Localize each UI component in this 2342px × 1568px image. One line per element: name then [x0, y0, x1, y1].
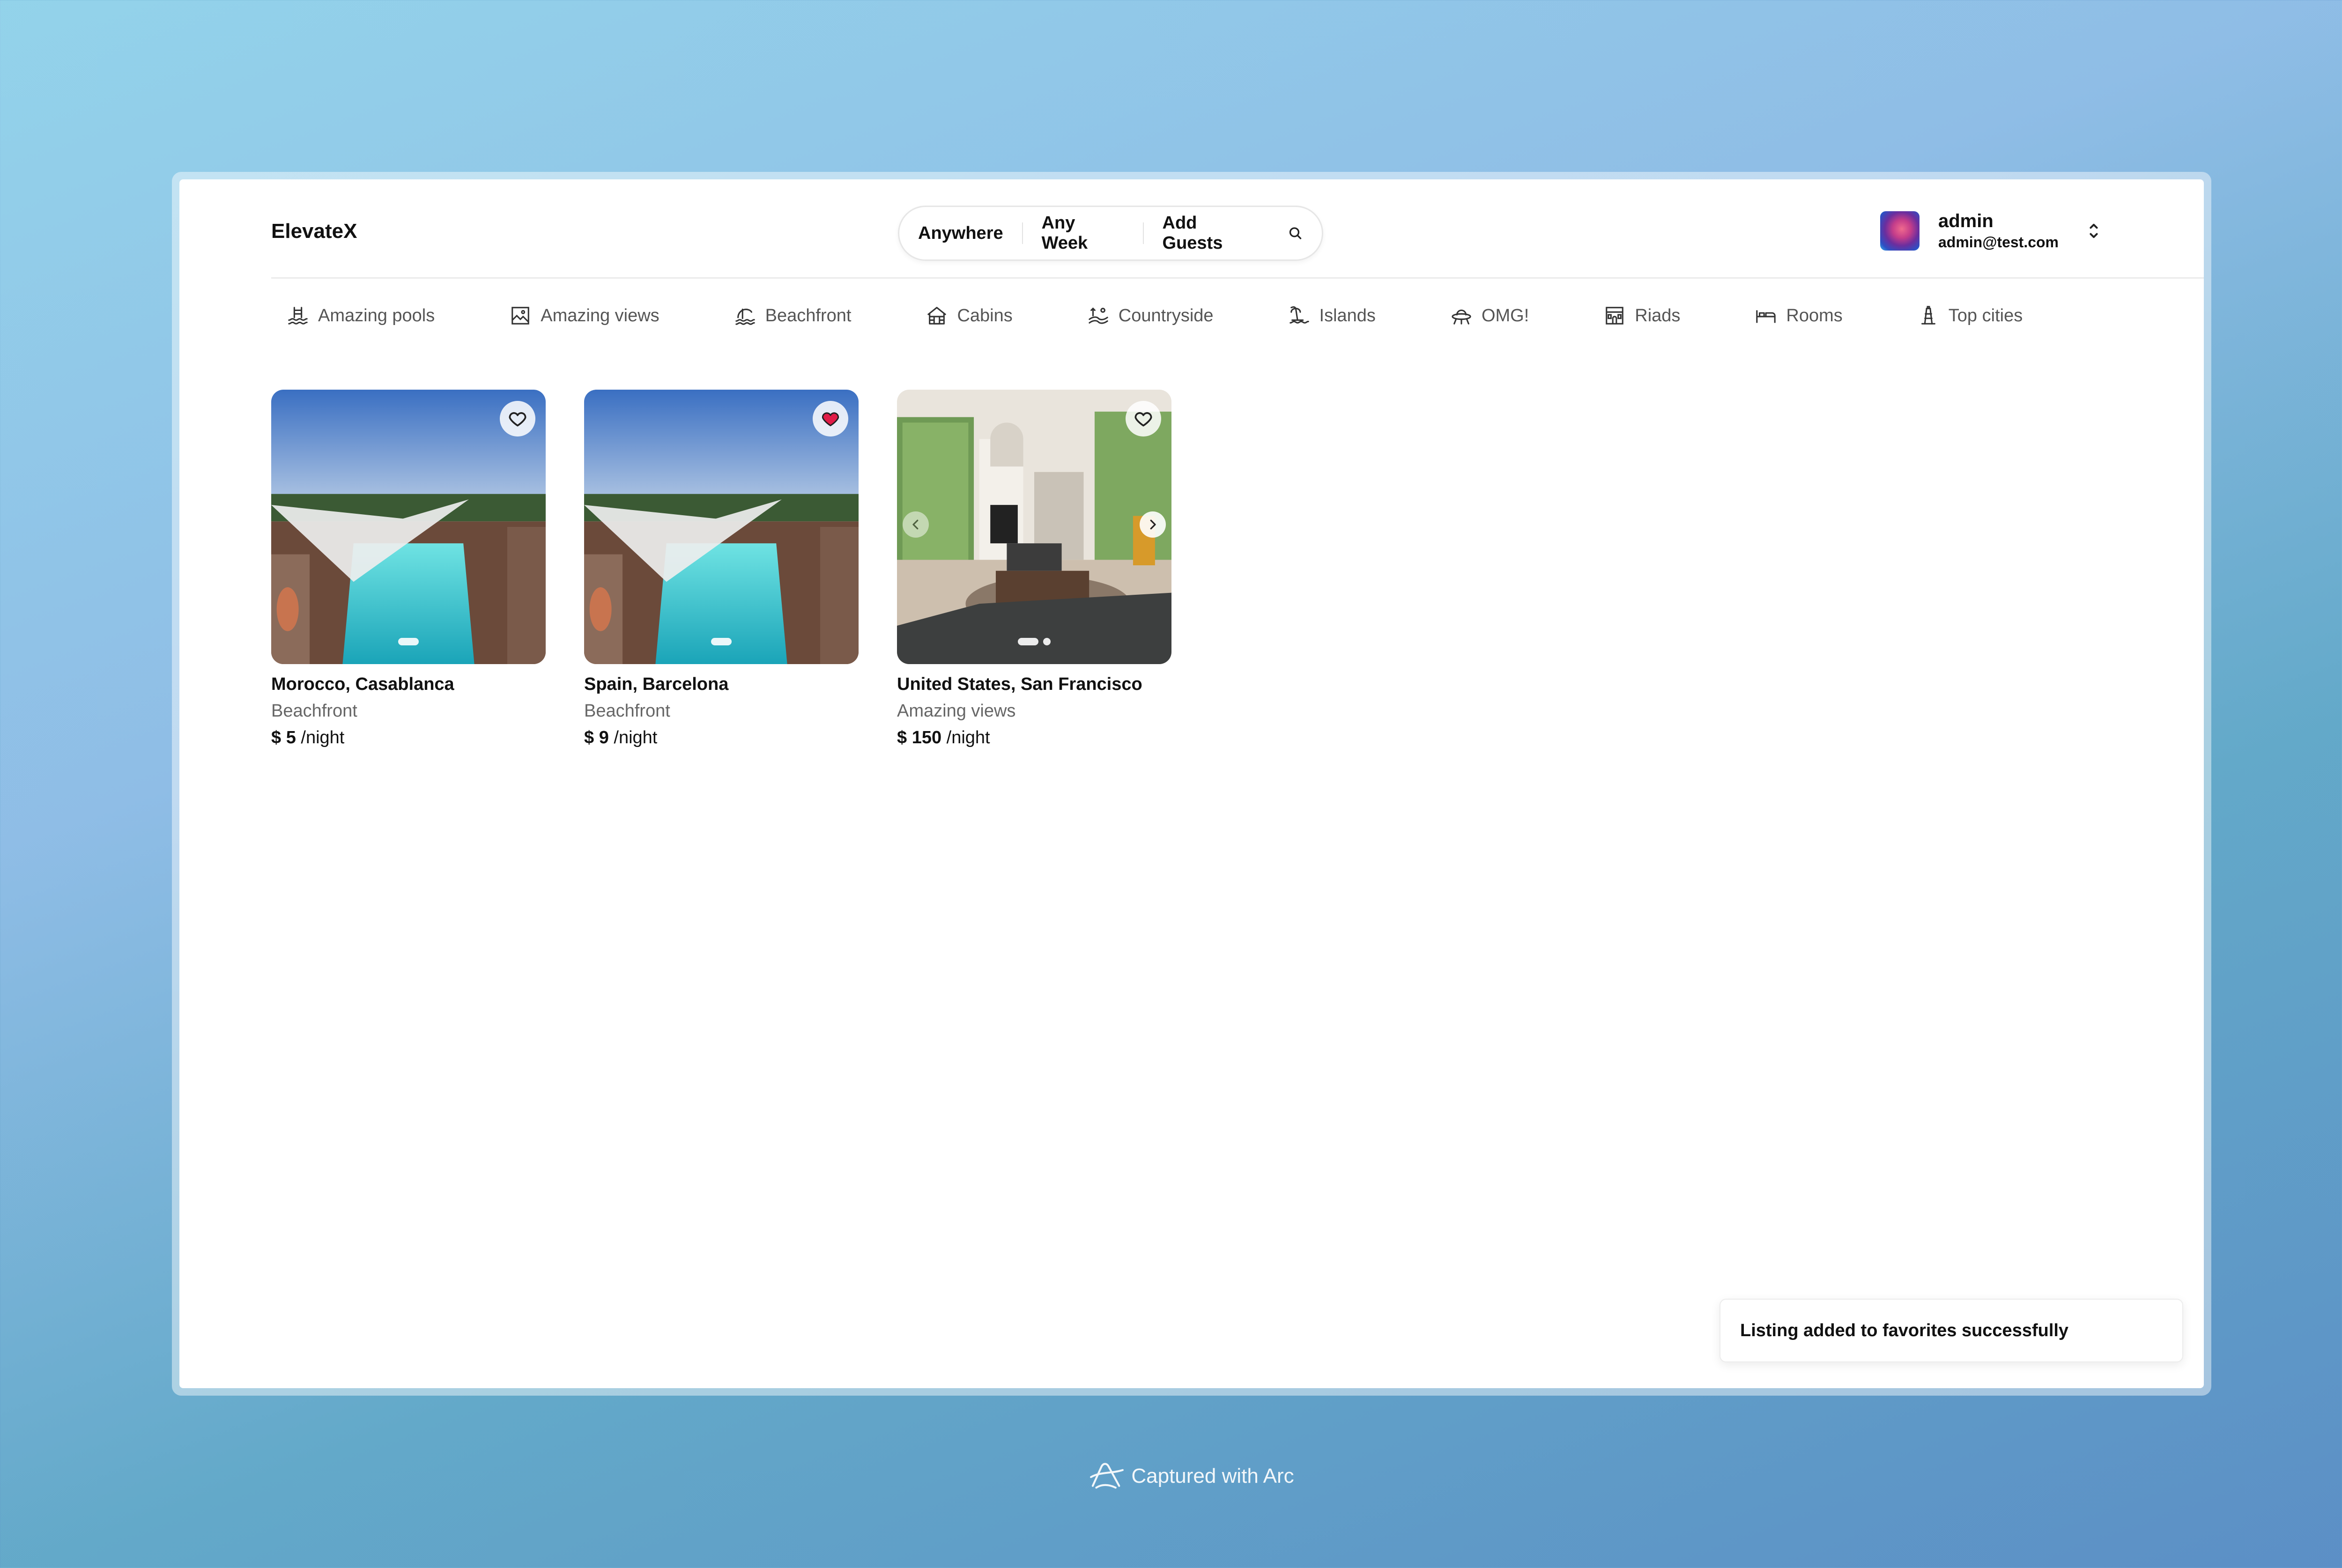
listing-image[interactable]: [271, 390, 546, 664]
category-label: OMG!: [1481, 305, 1529, 325]
category-label: Beachfront: [765, 305, 852, 325]
favorite-button[interactable]: [1126, 401, 1161, 436]
pagination-dot-active[interactable]: [711, 638, 732, 645]
island-icon: [1289, 306, 1309, 324]
pagination-dot[interactable]: [1043, 638, 1051, 645]
category-beachfront[interactable]: Beachfront: [734, 305, 852, 326]
listing-title: United States, San Francisco: [897, 674, 1142, 694]
riad-icon: [1606, 307, 1624, 325]
category-riads[interactable]: Riads: [1604, 305, 1680, 326]
search-guests[interactable]: Add Guests: [1144, 213, 1278, 253]
search-location[interactable]: Anywhere: [918, 223, 1022, 244]
header-divider: [271, 277, 2204, 279]
category-label: Cabins: [957, 305, 1013, 325]
category-label: Amazing pools: [318, 305, 435, 325]
search-bar[interactable]: Anywhere Any Week Add Guests: [898, 206, 1323, 261]
category-islands[interactable]: Islands: [1289, 305, 1376, 326]
category-omg[interactable]: OMG!: [1451, 305, 1529, 326]
category-countryside[interactable]: Countryside: [1088, 305, 1214, 326]
category-amazing-views[interactable]: Amazing views: [510, 305, 660, 326]
listing-image[interactable]: [897, 390, 1171, 664]
category-label: Riads: [1635, 305, 1681, 325]
image-pagination: [897, 638, 1171, 645]
image-pagination: [584, 638, 859, 645]
category-label: Countryside: [1118, 305, 1214, 325]
heart-outline-icon: [1134, 412, 1152, 427]
user-email: admin@test.com: [1938, 234, 2059, 251]
category-top-cities[interactable]: Top cities: [1918, 305, 2023, 326]
toast-notification[interactable]: Listing added to favorites successfully: [1719, 1299, 2183, 1362]
user-info: admin admin@test.com: [1938, 211, 2059, 251]
captured-label: Captured with Arc: [1131, 1464, 1294, 1487]
toast-message: Listing added to favorites successfully: [1740, 1320, 2069, 1340]
countryside-icon: [1089, 307, 1108, 324]
listing-card[interactable]: Morocco, Casablanca Beachfront $ 5 /nigh…: [271, 390, 546, 748]
listing-price: $ 9 /night: [584, 728, 859, 748]
ufo-icon: [1452, 309, 1471, 325]
previous-image-button[interactable]: [903, 511, 929, 538]
listing-card[interactable]: Spain, Barcelona Beachfront $ 9 /night: [584, 390, 859, 748]
listing-category: Beachfront: [584, 701, 670, 721]
listing-image[interactable]: [584, 390, 859, 664]
next-image-button[interactable]: [1140, 511, 1166, 538]
listings-grid: Morocco, Casablanca Beachfront $ 5 /nigh…: [271, 390, 1210, 748]
category-cabins[interactable]: Cabins: [926, 305, 1013, 326]
favorite-button[interactable]: [500, 401, 535, 436]
listing-price: $ 5 /night: [271, 728, 546, 748]
chevron-right-icon: [1150, 519, 1156, 530]
search-icon[interactable]: [1288, 225, 1303, 241]
listing-category: Amazing views: [897, 701, 1016, 721]
category-label: Amazing views: [541, 305, 660, 325]
views-icon: [511, 307, 530, 325]
price-value: $ 9: [584, 728, 609, 747]
price-value: $ 5: [271, 728, 296, 747]
heart-filled-icon: [822, 412, 839, 427]
category-amazing-pools[interactable]: Amazing pools: [287, 305, 435, 326]
page: ElevateX Anywhere Any Week Add Guests ad…: [179, 179, 2204, 1388]
browser-window: ElevateX Anywhere Any Week Add Guests ad…: [172, 172, 2211, 1396]
search-date[interactable]: Any Week: [1023, 213, 1143, 253]
category-label: Top cities: [1948, 305, 2023, 325]
pool-icon: [288, 307, 308, 325]
user-name: admin: [1938, 211, 1994, 231]
cabin-icon: [927, 307, 947, 325]
price-value: $ 150: [897, 728, 942, 747]
user-menu[interactable]: admin admin@test.com: [1880, 207, 2101, 254]
favorite-button[interactable]: [813, 401, 848, 436]
app-logo[interactable]: ElevateX: [271, 220, 357, 243]
avatar[interactable]: [1880, 211, 1920, 251]
room-icon: [1756, 310, 1776, 323]
arc-logo-icon: [1090, 1463, 1124, 1489]
category-label: Islands: [1319, 305, 1376, 325]
pagination-dot-active[interactable]: [1018, 638, 1038, 645]
listing-title: Morocco, Casablanca: [271, 674, 454, 694]
image-pagination: [271, 638, 546, 645]
listing-price: $ 150 /night: [897, 728, 1171, 748]
category-bar: Amazing pools Amazing views Beachfront C…: [271, 305, 2023, 326]
tower-icon: [1921, 306, 1935, 325]
listing-title: Spain, Barcelona: [584, 674, 729, 694]
category-label: Rooms: [1786, 305, 1843, 325]
category-rooms[interactable]: Rooms: [1755, 305, 1843, 326]
heart-outline-icon: [509, 412, 526, 427]
beachfront-icon: [735, 309, 755, 325]
price-unit: /night: [946, 728, 990, 747]
price-unit: /night: [301, 728, 345, 747]
price-unit: /night: [614, 728, 658, 747]
chevron-left-icon: [912, 519, 919, 530]
listing-card[interactable]: United States, San Francisco Amazing vie…: [897, 390, 1171, 748]
captured-with-arc: Captured with Arc: [0, 1461, 2342, 1491]
pagination-dot-active[interactable]: [398, 638, 419, 645]
listing-category: Beachfront: [271, 701, 357, 721]
chevron-up-down-icon[interactable]: [2087, 221, 2101, 241]
